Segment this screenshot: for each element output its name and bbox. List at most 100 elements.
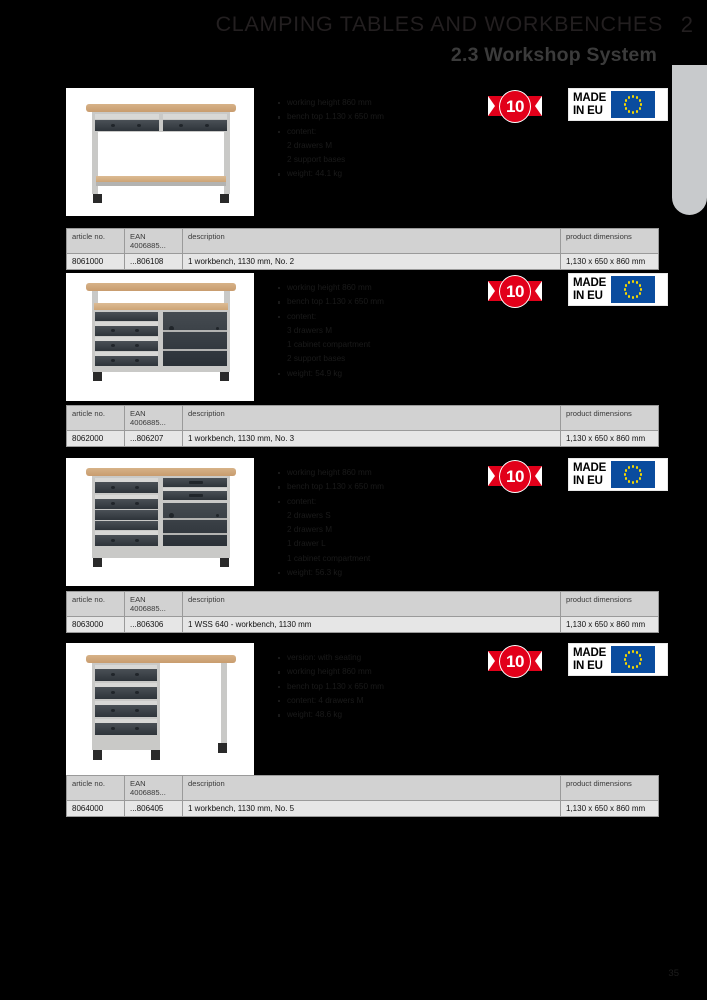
- page-title: CLAMPING TABLES AND WORKBENCHES: [215, 12, 663, 36]
- made-in-eu-line1: MADE: [573, 462, 607, 475]
- cell-description: 1 workbench, 1130 mm, No. 3: [182, 429, 561, 448]
- cell-dimensions: 1,130 x 650 x 860 mm: [560, 252, 659, 271]
- spec-item: content:: [277, 310, 384, 324]
- product-image-4: [66, 643, 254, 776]
- warranty-10-years-icon: 10: [488, 88, 542, 126]
- header-ean: EAN 4006885...: [124, 775, 183, 801]
- spec-weight: weight: 56.3 kg: [277, 566, 384, 580]
- spec-item: content:: [277, 125, 384, 139]
- cell-description: 1 workbench, 1130 mm, No. 2: [182, 252, 561, 271]
- chapter-number: 2: [680, 12, 693, 37]
- made-in-eu-line2: IN EU: [573, 659, 603, 672]
- spec-weight: weight: 44.1 kg: [277, 167, 384, 181]
- spec-weight: weight: 54.9 kg: [277, 367, 384, 381]
- table-header-row: article no. EAN 4006885... description pr…: [66, 405, 659, 431]
- header-article-no: article no.: [66, 775, 125, 801]
- spec-subitem: 1 drawer L: [287, 539, 326, 549]
- spec-item: bench top 1.130 x 650 mm: [277, 680, 384, 694]
- header-description: description: [182, 405, 561, 431]
- made-in-eu-line2: IN EU: [573, 104, 603, 117]
- spec-item: working height 860 mm: [277, 281, 384, 295]
- spec-item: bench top 1.130 x 650 mm: [277, 110, 384, 124]
- product-image-3: [66, 458, 254, 586]
- warranty-10-years-icon: 10: [488, 273, 542, 311]
- table-row[interactable]: 8061000 ...806108 1 workbench, 1130 mm, …: [66, 252, 659, 271]
- spec-subitem: 2 drawers M: [287, 525, 333, 535]
- product-table-1: article no. EAN 4006885... description pr…: [66, 228, 659, 271]
- spec-item: content:: [277, 495, 384, 509]
- product-image-2: [66, 273, 254, 401]
- badge-group-1: 10 MADE IN EU: [488, 88, 668, 126]
- eu-flag-icon: [611, 461, 656, 488]
- cell-ean: ...806405: [124, 799, 183, 818]
- header-ean: EAN 4006885...: [124, 228, 183, 254]
- warranty-years-label: 10: [506, 97, 524, 116]
- header-article-no: article no.: [66, 405, 125, 431]
- cell-ean: ...806306: [124, 615, 183, 634]
- product-specs-4: version: with seating working height 860…: [277, 651, 384, 722]
- made-in-eu-icon: MADE IN EU: [568, 88, 668, 121]
- header-product-dimensions: product dimensions: [560, 405, 659, 431]
- header-product-dimensions: product dimensions: [560, 228, 659, 254]
- section-subtitle: 2.3 Workshop System: [450, 44, 657, 66]
- cell-article-no: 8061000: [66, 252, 125, 271]
- warranty-10-years-icon: 10: [488, 643, 542, 681]
- made-in-eu-icon: MADE IN EU: [568, 273, 668, 306]
- made-in-eu-line2: IN EU: [573, 474, 603, 487]
- product-table-4: article no. EAN 4006885... description pr…: [66, 775, 659, 818]
- badge-group-2: 10 MADE IN EU: [488, 273, 668, 311]
- header-description: description: [182, 228, 561, 254]
- header-product-dimensions: product dimensions: [560, 775, 659, 801]
- cell-dimensions: 1,130 x 650 x 860 mm: [560, 429, 659, 448]
- cell-description: 1 workbench, 1130 mm, No. 5: [182, 799, 561, 818]
- made-in-eu-icon: MADE IN EU: [568, 458, 668, 491]
- spec-weight: weight: 48.6 kg: [277, 708, 384, 722]
- spec-subitem: 2 support bases: [287, 155, 346, 165]
- cell-description: 1 WSS 640 - workbench, 1130 mm: [182, 615, 561, 634]
- badge-group-3: 10 MADE IN EU: [488, 458, 668, 496]
- spec-subitem: 2 drawers S: [287, 510, 331, 520]
- header-article-no: article no.: [66, 228, 125, 254]
- cell-dimensions: 1,130 x 650 x 860 mm: [560, 799, 659, 818]
- page-header: CLAMPING TABLES AND WORKBENCHES 2 2.3 Wo…: [0, 0, 707, 84]
- chapter-edge-tab: [672, 65, 707, 215]
- spec-item: version: with seating: [277, 651, 384, 665]
- header-ean: EAN 4006885...: [124, 591, 183, 617]
- warranty-years-label: 10: [506, 282, 524, 301]
- header-product-dimensions: product dimensions: [560, 591, 659, 617]
- product-table-2: article no. EAN 4006885... description pr…: [66, 405, 659, 448]
- page-number: 35: [668, 968, 679, 979]
- spec-subitem: 3 drawers M: [287, 325, 333, 335]
- warranty-10-years-icon: 10: [488, 458, 542, 496]
- cell-ean: ...806207: [124, 429, 183, 448]
- table-header-row: article no. EAN 4006885... description pr…: [66, 591, 659, 617]
- eu-flag-icon: [611, 91, 656, 118]
- product-table-3: article no. EAN 4006885... description pr…: [66, 591, 659, 634]
- made-in-eu-icon: MADE IN EU: [568, 643, 668, 676]
- table-row[interactable]: 8063000 ...806306 1 WSS 640 - workbench,…: [66, 615, 659, 634]
- cell-article-no: 8063000: [66, 615, 125, 634]
- spec-item: working height 860 mm: [277, 96, 384, 110]
- product-specs-3: working height 860 mm bench top 1.130 x …: [277, 466, 384, 580]
- warranty-years-label: 10: [506, 652, 524, 671]
- spec-subitem: 2 support bases: [287, 354, 346, 364]
- warranty-years-label: 10: [506, 467, 524, 486]
- product-image-1: [66, 88, 254, 216]
- product-specs-2: working height 860 mm bench top 1.130 x …: [277, 281, 384, 381]
- cell-dimensions: 1,130 x 650 x 860 mm: [560, 615, 659, 634]
- badge-group-4: 10 MADE IN EU: [488, 643, 668, 681]
- cell-article-no: 8064000: [66, 799, 125, 818]
- eu-flag-icon: [611, 276, 656, 303]
- made-in-eu-line1: MADE: [573, 647, 607, 660]
- product-specs-1: working height 860 mm bench top 1.130 x …: [277, 96, 384, 182]
- spec-item: bench top 1.130 x 650 mm: [277, 295, 384, 309]
- table-header-row: article no. EAN 4006885... description pr…: [66, 228, 659, 254]
- spec-item: working height 860 mm: [277, 665, 384, 679]
- spec-subitem: 1 cabinet compartment: [287, 553, 371, 563]
- spec-item: bench top 1.130 x 650 mm: [277, 480, 384, 494]
- table-row[interactable]: 8062000 ...806207 1 workbench, 1130 mm, …: [66, 429, 659, 448]
- spec-item: working height 860 mm: [277, 466, 384, 480]
- eu-flag-icon: [611, 646, 656, 673]
- table-header-row: article no. EAN 4006885... description pr…: [66, 775, 659, 801]
- table-row[interactable]: 8064000 ...806405 1 workbench, 1130 mm, …: [66, 799, 659, 818]
